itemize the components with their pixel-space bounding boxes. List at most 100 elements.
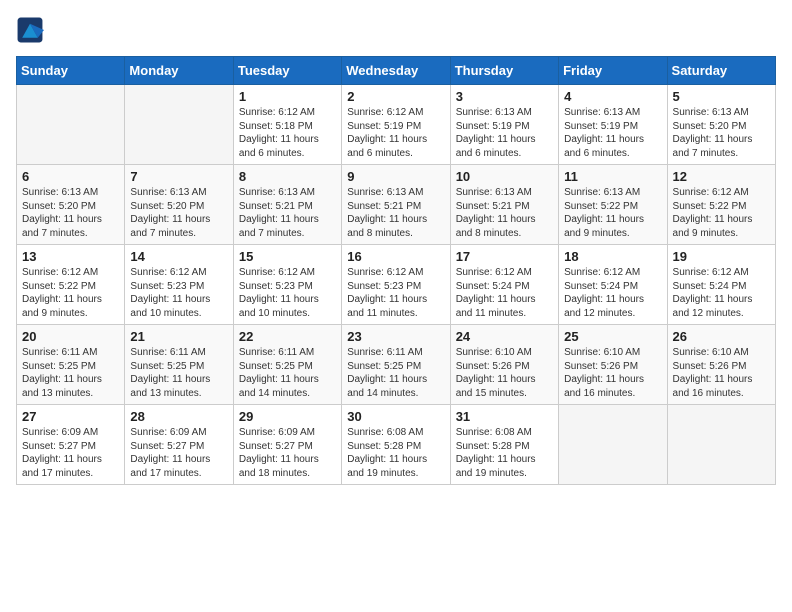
day-number: 16 [347, 249, 444, 264]
day-info: Sunrise: 6:13 AM Sunset: 5:20 PM Dayligh… [130, 186, 227, 240]
calendar-cell: 5Sunrise: 6:13 AM Sunset: 5:20 PM Daylig… [667, 85, 775, 165]
calendar-cell: 30Sunrise: 6:08 AM Sunset: 5:28 PM Dayli… [342, 405, 450, 485]
weekday-header-monday: Monday [125, 57, 233, 85]
day-info: Sunrise: 6:13 AM Sunset: 5:21 PM Dayligh… [239, 186, 336, 240]
day-number: 24 [456, 329, 553, 344]
day-info: Sunrise: 6:12 AM Sunset: 5:18 PM Dayligh… [239, 106, 336, 160]
day-info: Sunrise: 6:13 AM Sunset: 5:19 PM Dayligh… [456, 106, 553, 160]
day-info: Sunrise: 6:12 AM Sunset: 5:23 PM Dayligh… [239, 266, 336, 320]
day-number: 15 [239, 249, 336, 264]
calendar-cell: 26Sunrise: 6:10 AM Sunset: 5:26 PM Dayli… [667, 325, 775, 405]
day-number: 27 [22, 409, 119, 424]
day-info: Sunrise: 6:09 AM Sunset: 5:27 PM Dayligh… [239, 426, 336, 480]
weekday-header-row: SundayMondayTuesdayWednesdayThursdayFrid… [17, 57, 776, 85]
calendar-cell: 10 Sunrise: 6:13 AM Sunset: 5:21 PM Dayli… [450, 165, 558, 245]
calendar-cell: 8 Sunrise: 6:13 AM Sunset: 5:21 PM Daylig… [233, 165, 341, 245]
calendar-table: SundayMondayTuesdayWednesdayThursdayFrid… [16, 56, 776, 485]
day-info: Sunrise: 6:11 AM Sunset: 5:25 PM Dayligh… [347, 346, 444, 400]
day-number: 18 [564, 249, 661, 264]
weekday-header-tuesday: Tuesday [233, 57, 341, 85]
weekday-header-thursday: Thursday [450, 57, 558, 85]
day-number: 6 [22, 169, 119, 184]
day-info: Sunrise: 6:12 AM Sunset: 5:24 PM Dayligh… [456, 266, 553, 320]
day-number: 2 [347, 89, 444, 104]
calendar-cell: 28 Sunrise: 6:09 AM Sunset: 5:27 PM Dayli… [125, 405, 233, 485]
calendar-cell: 20 Sunrise: 6:11 AM Sunset: 5:25 PM Dayli… [17, 325, 125, 405]
day-info: Sunrise: 6:13 AM Sunset: 5:20 PM Dayligh… [22, 186, 119, 240]
day-info: Sunrise: 6:08 AM Sunset: 5:28 PM Dayligh… [456, 426, 553, 480]
calendar-cell [17, 85, 125, 165]
day-number: 31 [456, 409, 553, 424]
calendar-cell: 15 Sunrise: 6:12 AM Sunset: 5:23 PM Dayli… [233, 245, 341, 325]
day-number: 30 [347, 409, 444, 424]
calendar-cell: 13 Sunrise: 6:12 AM Sunset: 5:22 PM Dayli… [17, 245, 125, 325]
calendar-cell: 29Sunrise: 6:09 AM Sunset: 5:27 PM Dayli… [233, 405, 341, 485]
page-header [16, 16, 776, 44]
calendar-cell [667, 405, 775, 485]
day-number: 23 [347, 329, 444, 344]
day-number: 8 [239, 169, 336, 184]
calendar-cell: 4 Sunrise: 6:13 AM Sunset: 5:19 PM Daylig… [559, 85, 667, 165]
calendar-cell: 22 Sunrise: 6:11 AM Sunset: 5:25 PM Dayli… [233, 325, 341, 405]
day-number: 4 [564, 89, 661, 104]
day-info: Sunrise: 6:12 AM Sunset: 5:23 PM Dayligh… [130, 266, 227, 320]
day-number: 22 [239, 329, 336, 344]
day-info: Sunrise: 6:13 AM Sunset: 5:21 PM Dayligh… [347, 186, 444, 240]
day-number: 13 [22, 249, 119, 264]
day-info: Sunrise: 6:12 AM Sunset: 5:19 PM Dayligh… [347, 106, 444, 160]
day-number: 28 [130, 409, 227, 424]
day-info: Sunrise: 6:09 AM Sunset: 5:27 PM Dayligh… [22, 426, 119, 480]
day-number: 21 [130, 329, 227, 344]
day-info: Sunrise: 6:12 AM Sunset: 5:24 PM Dayligh… [564, 266, 661, 320]
day-info: Sunrise: 6:12 AM Sunset: 5:24 PM Dayligh… [673, 266, 770, 320]
calendar-cell: 23 Sunrise: 6:11 AM Sunset: 5:25 PM Dayli… [342, 325, 450, 405]
day-info: Sunrise: 6:10 AM Sunset: 5:26 PM Dayligh… [456, 346, 553, 400]
calendar-cell: 18 Sunrise: 6:12 AM Sunset: 5:24 PM Dayli… [559, 245, 667, 325]
day-number: 3 [456, 89, 553, 104]
day-number: 5 [673, 89, 770, 104]
calendar-week-4: 20 Sunrise: 6:11 AM Sunset: 5:25 PM Dayli… [17, 325, 776, 405]
day-info: Sunrise: 6:10 AM Sunset: 5:26 PM Dayligh… [673, 346, 770, 400]
day-number: 20 [22, 329, 119, 344]
calendar-week-5: 27 Sunrise: 6:09 AM Sunset: 5:27 PM Dayli… [17, 405, 776, 485]
calendar-cell: 14 Sunrise: 6:12 AM Sunset: 5:23 PM Dayli… [125, 245, 233, 325]
calendar-cell: 27 Sunrise: 6:09 AM Sunset: 5:27 PM Dayli… [17, 405, 125, 485]
calendar-cell: 1 Sunrise: 6:12 AM Sunset: 5:18 PM Daylig… [233, 85, 341, 165]
calendar-cell: 25 Sunrise: 6:10 AM Sunset: 5:26 PM Dayli… [559, 325, 667, 405]
day-info: Sunrise: 6:11 AM Sunset: 5:25 PM Dayligh… [239, 346, 336, 400]
calendar-cell: 12Sunrise: 6:12 AM Sunset: 5:22 PM Dayli… [667, 165, 775, 245]
weekday-header-wednesday: Wednesday [342, 57, 450, 85]
day-number: 25 [564, 329, 661, 344]
calendar-week-2: 6 Sunrise: 6:13 AM Sunset: 5:20 PM Daylig… [17, 165, 776, 245]
calendar-cell [559, 405, 667, 485]
day-info: Sunrise: 6:12 AM Sunset: 5:23 PM Dayligh… [347, 266, 444, 320]
weekday-header-saturday: Saturday [667, 57, 775, 85]
calendar-cell: 6 Sunrise: 6:13 AM Sunset: 5:20 PM Daylig… [17, 165, 125, 245]
day-number: 10 [456, 169, 553, 184]
day-info: Sunrise: 6:11 AM Sunset: 5:25 PM Dayligh… [130, 346, 227, 400]
calendar-cell: 31 Sunrise: 6:08 AM Sunset: 5:28 PM Dayli… [450, 405, 558, 485]
calendar-week-3: 13 Sunrise: 6:12 AM Sunset: 5:22 PM Dayli… [17, 245, 776, 325]
day-info: Sunrise: 6:13 AM Sunset: 5:21 PM Dayligh… [456, 186, 553, 240]
day-number: 11 [564, 169, 661, 184]
calendar-cell: 24 Sunrise: 6:10 AM Sunset: 5:26 PM Dayli… [450, 325, 558, 405]
calendar-cell [125, 85, 233, 165]
day-info: Sunrise: 6:11 AM Sunset: 5:25 PM Dayligh… [22, 346, 119, 400]
day-info: Sunrise: 6:09 AM Sunset: 5:27 PM Dayligh… [130, 426, 227, 480]
day-number: 9 [347, 169, 444, 184]
calendar-cell: 21 Sunrise: 6:11 AM Sunset: 5:25 PM Dayli… [125, 325, 233, 405]
day-number: 1 [239, 89, 336, 104]
calendar-cell: 7Sunrise: 6:13 AM Sunset: 5:20 PM Daylig… [125, 165, 233, 245]
day-info: Sunrise: 6:12 AM Sunset: 5:22 PM Dayligh… [22, 266, 119, 320]
calendar-cell: 19Sunrise: 6:12 AM Sunset: 5:24 PM Dayli… [667, 245, 775, 325]
day-info: Sunrise: 6:13 AM Sunset: 5:19 PM Dayligh… [564, 106, 661, 160]
day-info: Sunrise: 6:13 AM Sunset: 5:22 PM Dayligh… [564, 186, 661, 240]
logo [16, 16, 48, 44]
calendar-cell: 3 Sunrise: 6:13 AM Sunset: 5:19 PM Daylig… [450, 85, 558, 165]
calendar-cell: 9 Sunrise: 6:13 AM Sunset: 5:21 PM Daylig… [342, 165, 450, 245]
day-info: Sunrise: 6:10 AM Sunset: 5:26 PM Dayligh… [564, 346, 661, 400]
day-number: 14 [130, 249, 227, 264]
calendar-cell: 16 Sunrise: 6:12 AM Sunset: 5:23 PM Dayli… [342, 245, 450, 325]
calendar-week-1: 1 Sunrise: 6:12 AM Sunset: 5:18 PM Daylig… [17, 85, 776, 165]
weekday-header-friday: Friday [559, 57, 667, 85]
